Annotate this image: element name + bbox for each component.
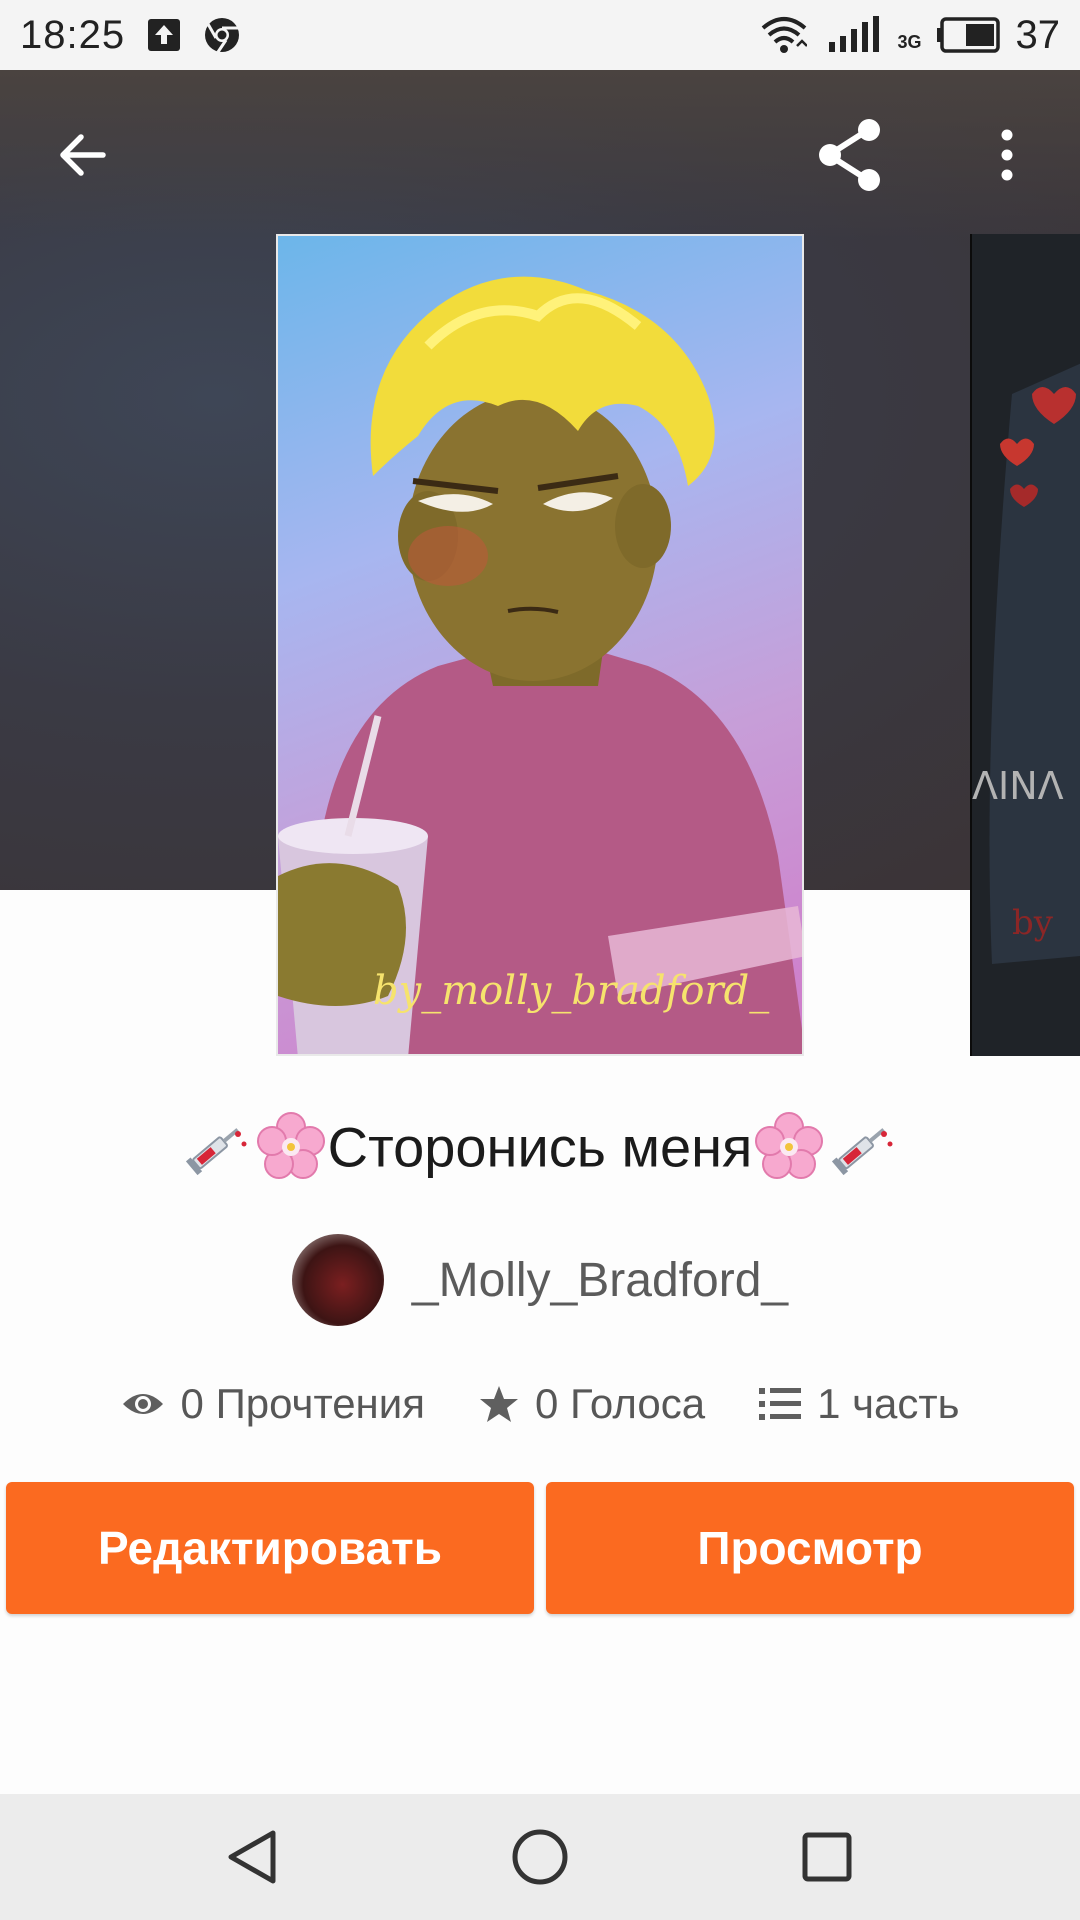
story-stats: 0 Прочтения 0 Голоса 1 часть xyxy=(0,1380,1080,1428)
nav-back-icon xyxy=(228,1830,276,1884)
chrome-icon xyxy=(203,16,241,54)
cover-artwork xyxy=(278,276,802,1054)
list-icon xyxy=(759,1388,802,1420)
votes-count: 0 Голоса xyxy=(534,1380,706,1427)
battery-level: 37 xyxy=(1015,12,1061,57)
author-row: _Molly_Bradford_ xyxy=(0,1234,1080,1326)
author-name[interactable]: _Molly_Bradford_ xyxy=(412,1253,788,1308)
story-title-text: Сторонись меня xyxy=(327,1115,753,1179)
next-story-cover[interactable]: ΛΙΝΛ by xyxy=(970,234,1080,1056)
battery-icon xyxy=(936,17,1002,53)
network-type: 3G xyxy=(897,31,922,52)
upload-icon xyxy=(147,18,181,52)
top-app-bar xyxy=(0,70,1080,230)
next-cover-artwork: ΛΙΝΛ by xyxy=(972,234,1080,1056)
cover-signature: by_molly_bradford_ xyxy=(373,968,770,1014)
share-icon xyxy=(819,119,880,191)
reads-stat: 0 Прочтения xyxy=(121,1380,425,1428)
parts-count: 1 часть xyxy=(817,1380,960,1427)
nav-home-button[interactable] xyxy=(490,1807,590,1907)
back-arrow-icon xyxy=(60,134,106,176)
star-icon xyxy=(479,1386,518,1422)
screen: 18:25 3G 37 by_molly_bradford_ ΛΙΝΛ by С… xyxy=(0,0,1080,1920)
reads-count: 0 Прочтения xyxy=(180,1380,425,1427)
share-button[interactable] xyxy=(806,110,896,200)
more-options-button[interactable] xyxy=(962,110,1052,200)
story-cover-image[interactable]: by_molly_bradford_ xyxy=(276,234,804,1056)
parts-stat: 1 часть xyxy=(759,1380,959,1428)
nav-back-button[interactable] xyxy=(203,1807,303,1907)
svg-text:ΛΙΝΛ: ΛΙΝΛ xyxy=(972,764,1064,808)
back-button[interactable] xyxy=(38,110,128,200)
svg-text:by: by xyxy=(1012,903,1054,943)
more-vert-icon xyxy=(1001,129,1013,181)
avatar[interactable] xyxy=(291,1234,384,1326)
status-time: 18:25 xyxy=(20,12,126,57)
votes-stat: 0 Голоса xyxy=(479,1380,705,1428)
eye-icon xyxy=(122,1394,163,1414)
syringe-icon xyxy=(185,1128,247,1176)
nav-home-icon xyxy=(512,1829,568,1885)
edit-button[interactable]: Редактировать xyxy=(6,1482,534,1614)
nav-recents-icon xyxy=(802,1832,852,1882)
wifi-icon xyxy=(761,16,808,54)
nav-recents-button[interactable] xyxy=(777,1807,877,1907)
signal-icon xyxy=(827,16,883,54)
view-button[interactable]: Просмотр xyxy=(546,1482,1074,1614)
cherry-blossom-icon xyxy=(755,1112,824,1180)
syringe-icon xyxy=(832,1128,893,1176)
cherry-blossom-icon xyxy=(256,1112,325,1180)
story-title: Сторонись меня xyxy=(0,1110,1080,1184)
system-nav-bar xyxy=(0,1794,1080,1920)
status-bar: 18:25 3G 37 xyxy=(0,0,1080,70)
